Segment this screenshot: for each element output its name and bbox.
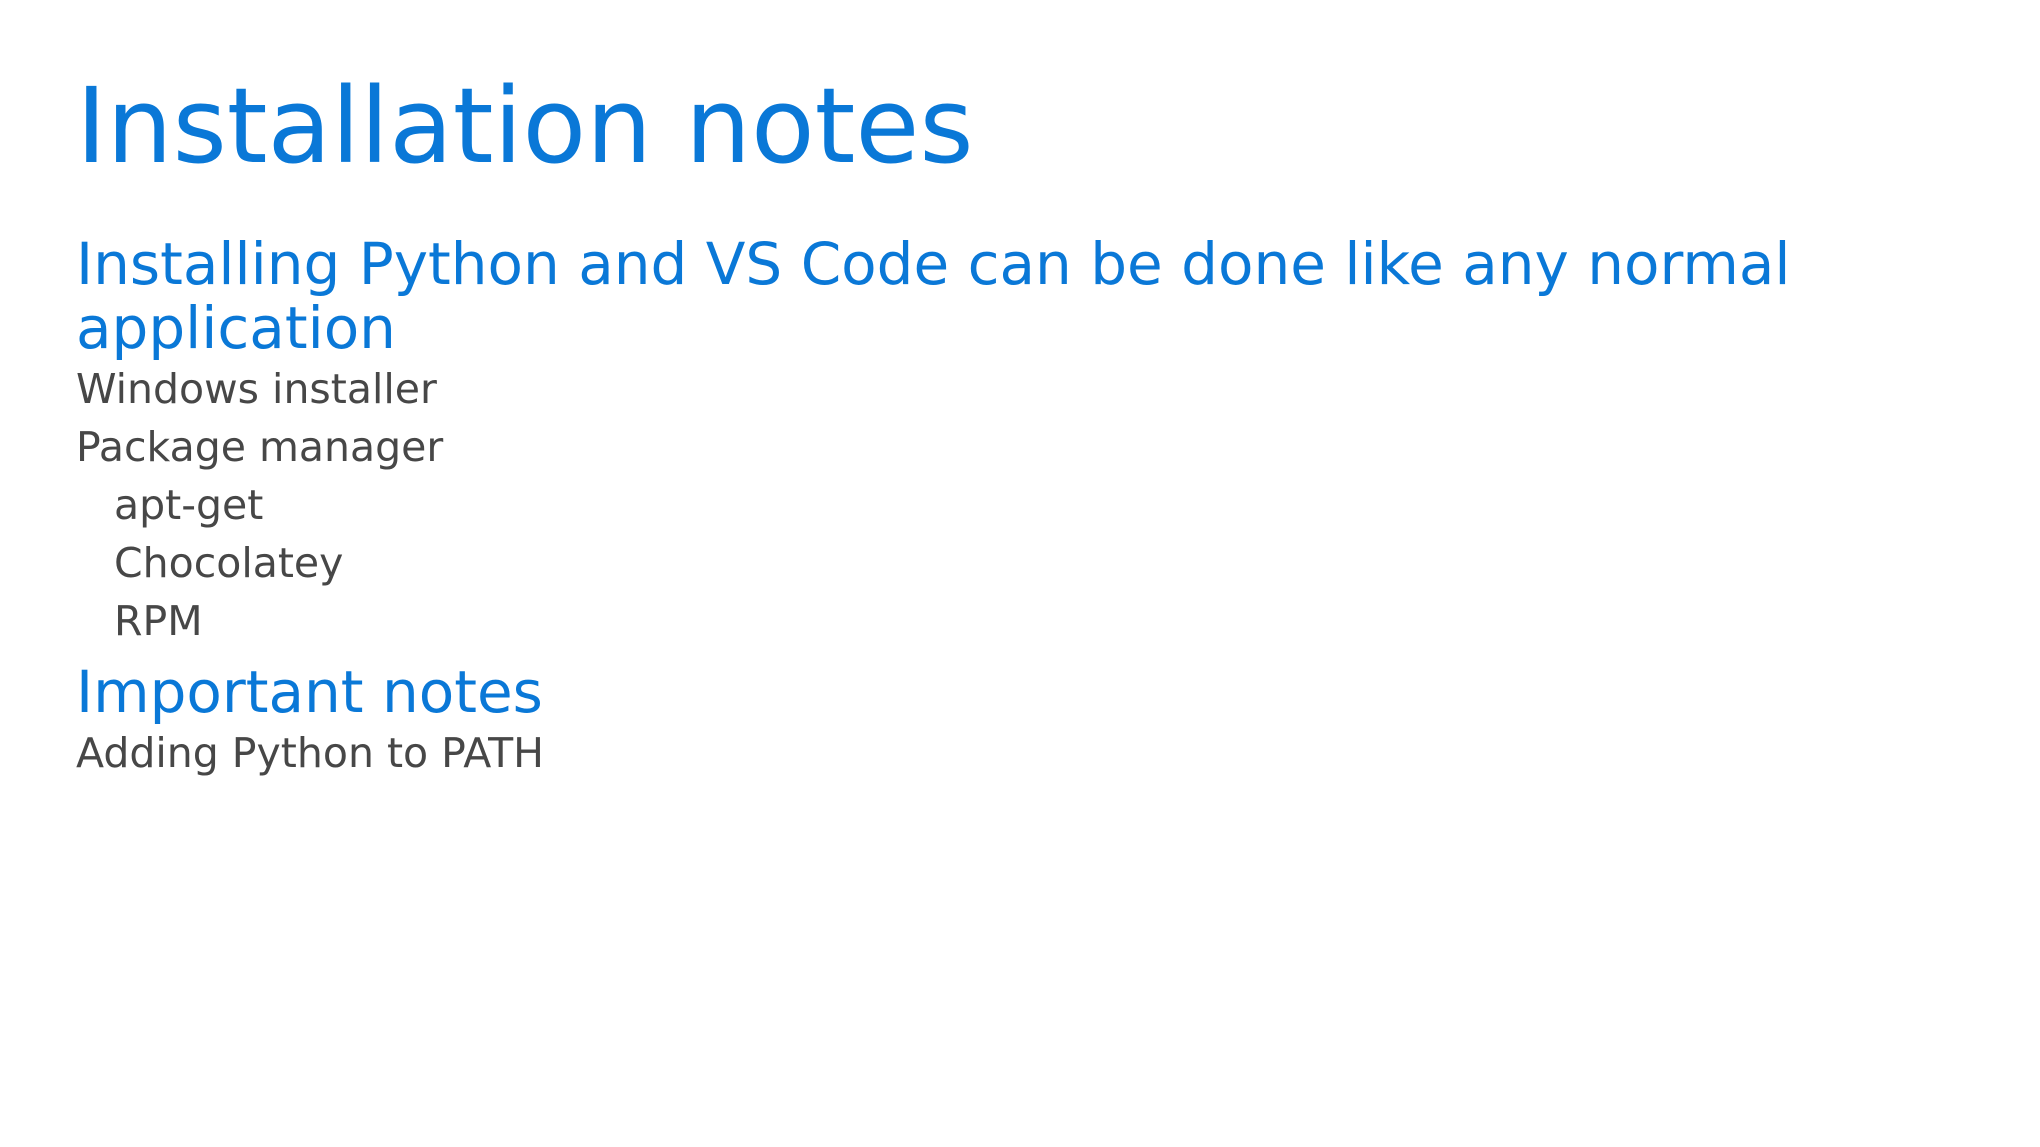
slide-content: Installing Python and VS Code can be don… — [76, 232, 1956, 782]
slide-title: Installation notes — [76, 65, 974, 187]
list-subitem-rpm: RPM — [114, 597, 203, 645]
section-heading-installing: Installing Python and VS Code can be don… — [76, 230, 1791, 362]
list-item-package-manager: Package manager — [76, 423, 444, 471]
list-subitem-chocolatey: Chocolatey — [114, 539, 344, 587]
list-subitem-apt-get: apt-get — [114, 481, 264, 529]
slide: Installation notes Installing Python and… — [0, 0, 2040, 1147]
list-item-adding-python-to-path: Adding Python to PATH — [76, 729, 544, 777]
section-heading-important-notes: Important notes — [76, 658, 543, 726]
list-item-windows-installer: Windows installer — [76, 365, 437, 413]
